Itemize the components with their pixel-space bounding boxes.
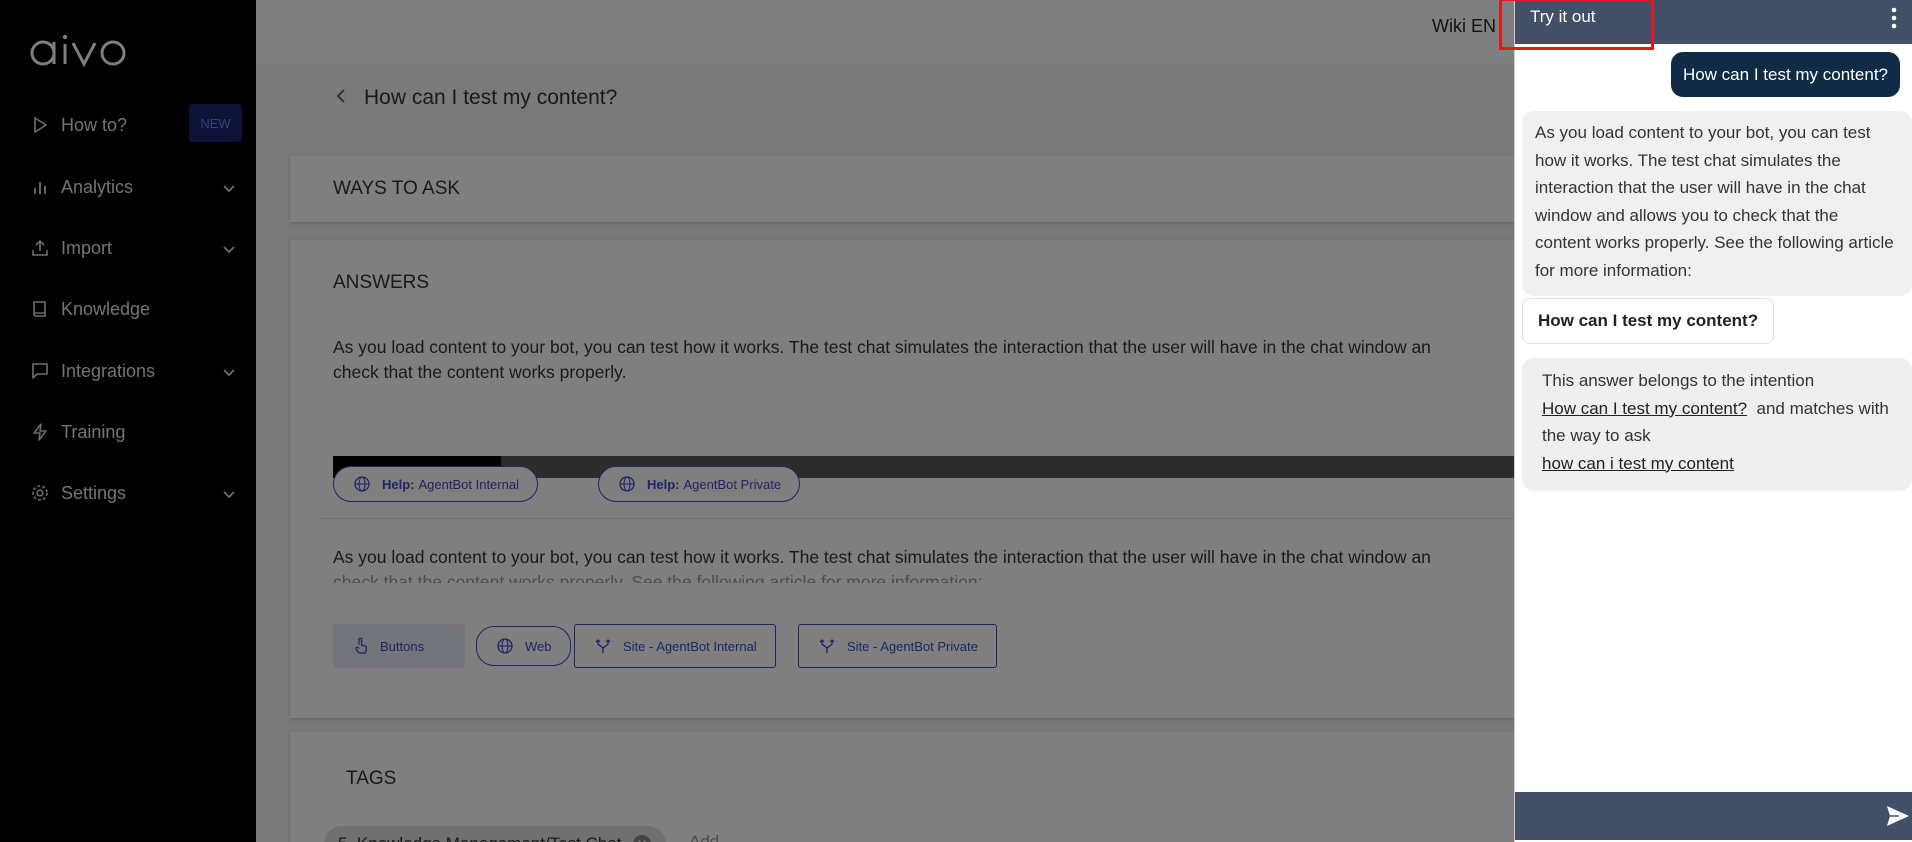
info-text: This answer belongs to the intention	[1542, 371, 1815, 390]
chat-header: Try it out	[1499, 0, 1912, 50]
intent-link[interactable]: How can I test my content?	[1542, 399, 1747, 418]
bot-article-button[interactable]: How can I test my content?	[1522, 298, 1775, 344]
send-icon[interactable]	[1885, 804, 1911, 833]
try-it-out-chat-panel: Try it out How can I test my content? As…	[1499, 0, 1912, 842]
modal-overlay[interactable]	[0, 0, 1514, 842]
way-to-ask-link[interactable]: how can i test my content	[1542, 454, 1734, 473]
more-vertical-icon[interactable]	[1891, 6, 1897, 35]
user-message-bubble: How can I test my content?	[1670, 52, 1900, 97]
bot-intent-info: This answer belongs to the intention How…	[1522, 358, 1912, 491]
bot-message-bubble: As you load content to your bot, you can…	[1522, 111, 1912, 296]
chat-input-bar[interactable]	[1515, 792, 1912, 840]
highlight-box	[1499, 0, 1654, 50]
